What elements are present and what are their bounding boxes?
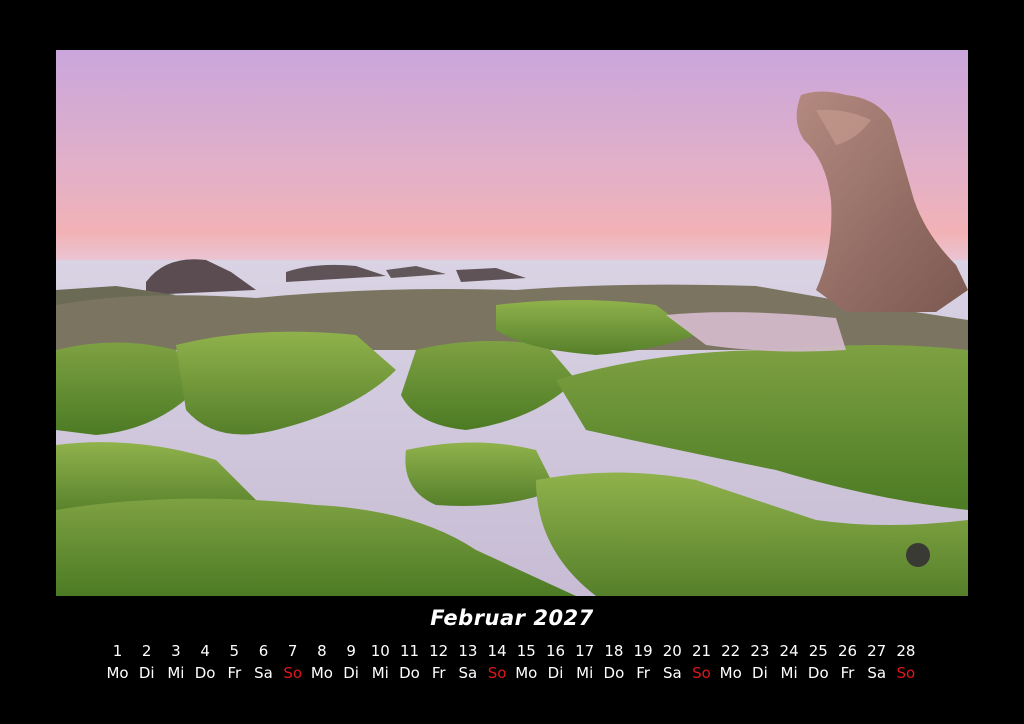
calendar-day: 27 Sa <box>862 640 891 684</box>
weekday-label: Mo <box>106 664 129 682</box>
day-number: 11 <box>399 642 420 660</box>
weekday-label: Mo <box>310 664 333 682</box>
weekday-label: So <box>692 664 711 682</box>
day-number: 3 <box>171 642 181 660</box>
calendar-day: 15 Mo <box>512 640 541 684</box>
day-number: 26 <box>837 642 858 660</box>
day-number: 8 <box>317 642 327 660</box>
weekday-label: Sa <box>662 664 682 682</box>
day-number: 2 <box>141 642 152 660</box>
weekday-label: Fr <box>431 664 446 682</box>
calendar-day: 12 Fr <box>424 640 453 684</box>
calendar-days: 1 Mo 2 Di 3 Mi 4 Do 5 Fr 6 Sa 7 So 8 Mo 9 Di 10 Mi 11 Do 12 Fr 1… <box>103 640 923 684</box>
weekday-label: Do <box>399 664 420 682</box>
calendar-day: 20 Sa <box>658 640 687 684</box>
weekday-label: Di <box>752 664 768 682</box>
day-number: 18 <box>604 642 624 660</box>
day-number: 17 <box>575 642 595 660</box>
calendar-day: 9 Di <box>337 640 366 684</box>
day-number: 6 <box>258 642 269 660</box>
calendar-day: 1 Mo <box>103 640 132 684</box>
weekday-label: So <box>283 664 303 682</box>
day-number: 9 <box>346 642 356 660</box>
calendar-day: 10 Mi <box>366 640 395 684</box>
day-number: 24 <box>779 642 799 660</box>
calendar-day: 14 So <box>483 640 512 684</box>
day-number: 16 <box>545 642 566 660</box>
weekday-label: Mo <box>719 664 742 682</box>
weekday-label: Mi <box>371 664 389 682</box>
weekday-label: So <box>487 664 507 682</box>
weekday-label: Di <box>138 664 155 682</box>
weekday-label: Mi <box>167 664 185 682</box>
weekday-label: Di <box>343 664 359 682</box>
weekday-label: Fr <box>636 664 650 682</box>
calendar-day: 7 So <box>278 640 307 684</box>
calendar-day: 8 Mo <box>307 640 336 684</box>
day-number: 28 <box>896 642 916 660</box>
day-number: 19 <box>633 642 653 660</box>
weekday-label: Mo <box>515 664 538 682</box>
calendar-day: 3 Mi <box>161 640 190 684</box>
calendar-day: 22 Mo <box>716 640 745 684</box>
day-number: 13 <box>458 642 478 660</box>
day-number: 7 <box>287 642 298 660</box>
calendar-day: 28 So <box>891 640 920 684</box>
weekday-label: Sa <box>458 664 478 682</box>
weekday-label: Sa <box>867 664 887 682</box>
weekday-label: So <box>896 664 916 682</box>
day-number: 21 <box>691 642 712 660</box>
calendar-day: 18 Do <box>599 640 628 684</box>
day-number: 4 <box>200 642 210 660</box>
day-number: 5 <box>229 642 240 660</box>
weekday-label: Fr <box>227 664 242 682</box>
weekday-label: Sa <box>254 664 273 682</box>
day-number: 15 <box>516 642 536 660</box>
day-number: 22 <box>721 642 741 660</box>
calendar-day: 2 Di <box>132 640 161 684</box>
weekday-label: Do <box>807 664 829 682</box>
landscape-photo <box>56 50 968 596</box>
month-title: Februar 2027 <box>430 606 594 630</box>
calendar-day: 21 So <box>687 640 716 684</box>
calendar-day: 23 Di <box>745 640 774 684</box>
day-number: 14 <box>487 642 507 660</box>
weekday-label: Mi <box>780 664 798 682</box>
day-number: 25 <box>808 642 828 660</box>
calendar-day: 13 Sa <box>453 640 482 684</box>
weekday-label: Do <box>194 664 216 682</box>
calendar-day: 5 Fr <box>220 640 249 684</box>
calendar-day: 4 Do <box>191 640 220 684</box>
weekday-label: Di <box>547 664 564 682</box>
day-number: 23 <box>750 642 770 660</box>
calendar-day: 11 Do <box>395 640 424 684</box>
day-number: 10 <box>370 642 390 660</box>
calendar-day: 24 Mi <box>775 640 804 684</box>
day-number: 27 <box>867 642 887 660</box>
day-number: 12 <box>429 642 449 660</box>
weekday-label: Fr <box>840 664 855 682</box>
day-number: 20 <box>662 642 682 660</box>
calendar-day: 25 Do <box>804 640 833 684</box>
calendar-day: 19 Fr <box>629 640 658 684</box>
calendar-day: 17 Mi <box>570 640 599 684</box>
calendar-day: 26 Fr <box>833 640 862 684</box>
day-number: 1 <box>112 642 123 660</box>
calendar-day: 16 Di <box>541 640 570 684</box>
weekday-label: Mi <box>576 664 594 682</box>
calendar-day: 6 Sa <box>249 640 278 684</box>
weekday-label: Do <box>603 664 625 682</box>
